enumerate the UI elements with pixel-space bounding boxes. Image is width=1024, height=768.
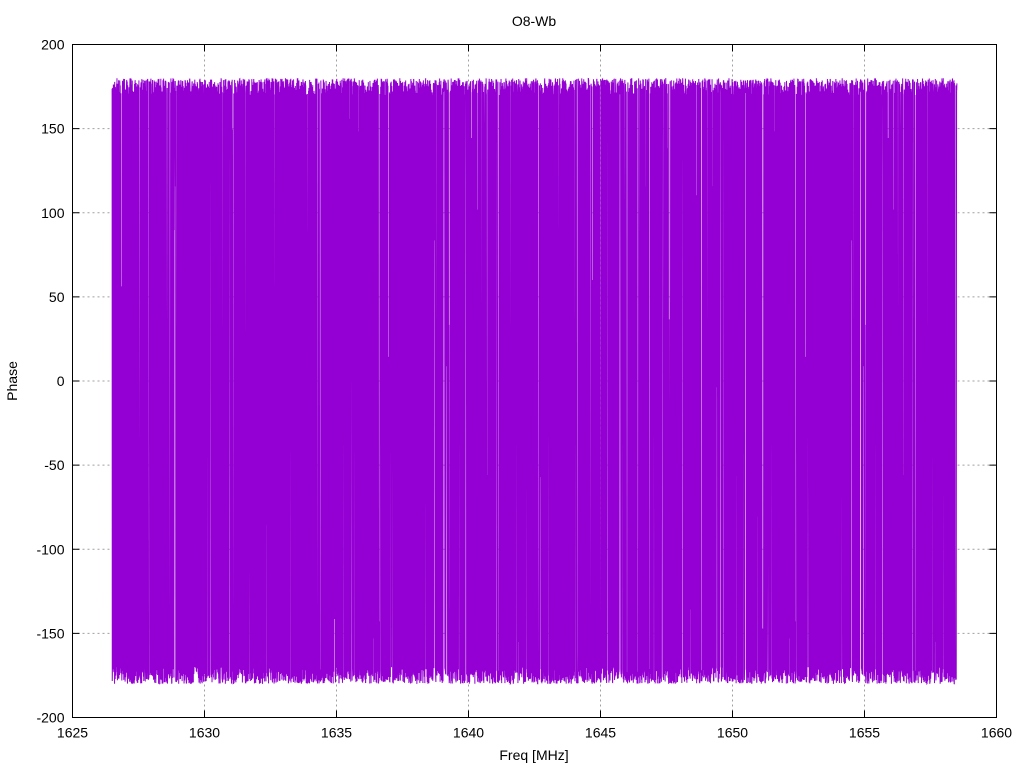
x-tick-label: 1655 xyxy=(849,725,880,741)
y-tick-label: 150 xyxy=(41,121,65,137)
y-axis-label: Phase xyxy=(4,361,20,401)
x-tick-label: 1645 xyxy=(585,725,616,741)
y-tick-label: 200 xyxy=(41,37,65,53)
x-axis-label: Freq [MHz] xyxy=(499,747,568,763)
y-tick-label: -200 xyxy=(36,710,64,726)
x-tick-label: 1650 xyxy=(717,725,748,741)
series-phase xyxy=(111,77,958,685)
x-tick-label: 1635 xyxy=(321,725,352,741)
y-tick-label: -100 xyxy=(36,541,64,557)
y-tick-label: 100 xyxy=(41,205,65,221)
x-tick-label: 1640 xyxy=(453,725,484,741)
phase-chart: O8-Wb 1625 1630 1635 1640 1645 1650 1655 1660 -… xyxy=(4,13,1012,763)
x-tick-label: 1660 xyxy=(981,725,1012,741)
chart-title: O8-Wb xyxy=(512,13,557,29)
series-line xyxy=(111,77,958,685)
y-tick-label: -150 xyxy=(36,625,64,641)
y-tick-label: 50 xyxy=(49,289,65,305)
x-tick-label: 1625 xyxy=(57,725,88,741)
y-tick-label: -50 xyxy=(44,457,64,473)
y-tick-label: 0 xyxy=(57,373,65,389)
x-tick-label: 1630 xyxy=(189,725,220,741)
